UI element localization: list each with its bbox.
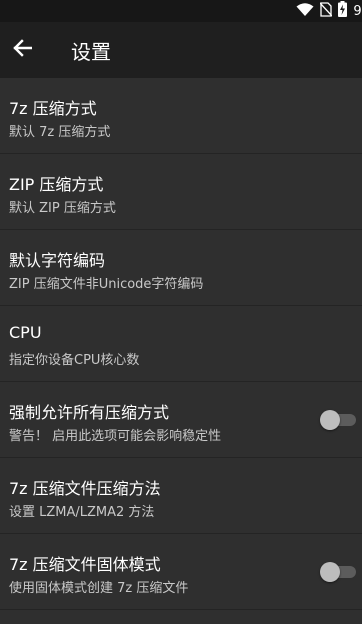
setting-zip-compression-mode[interactable]: ZIP 压缩方式 默认 ZIP 压缩方式 [0, 154, 362, 230]
settings-list: 7z 压缩方式 默认 7z 压缩方式 ZIP 压缩方式 默认 ZIP 压缩方式 … [0, 78, 362, 610]
setting-title: 7z 压缩方式 [9, 99, 97, 118]
setting-subtitle: 指定你设备CPU核心数 [9, 353, 140, 368]
setting-cpu[interactable]: CPU 指定你设备CPU核心数 [0, 306, 362, 382]
setting-title: CPU [9, 323, 42, 342]
setting-title: 7z 压缩文件压缩方法 [9, 479, 161, 498]
arrow-left-icon [12, 39, 33, 61]
force-all-methods-toggle[interactable] [320, 410, 356, 430]
setting-title: 默认字符编码 [9, 251, 106, 270]
setting-title: 强制允许所有压缩方式 [9, 403, 170, 422]
setting-title: 7z 压缩文件固体模式 [9, 555, 161, 574]
setting-subtitle: 默认 7z 压缩方式 [9, 125, 111, 140]
setting-title: ZIP 压缩方式 [9, 175, 104, 194]
setting-7z-compression-method[interactable]: 7z 压缩文件压缩方法 设置 LZMA/LZMA2 方法 [0, 458, 362, 534]
wifi-icon [296, 2, 314, 21]
status-bar: 9: [0, 0, 362, 22]
setting-subtitle: 设置 LZMA/LZMA2 方法 [9, 505, 155, 520]
setting-force-all-methods[interactable]: 强制允许所有压缩方式 警告！ 启用此选项可能会影响稳定性 [0, 382, 362, 458]
setting-subtitle: ZIP 压缩文件非Unicode字符编码 [9, 277, 204, 292]
setting-7z-solid-mode[interactable]: 7z 压缩文件固体模式 使用固体模式创建 7z 压缩文件 [0, 534, 362, 610]
back-button[interactable] [2, 30, 42, 70]
setting-subtitle: 使用固体模式创建 7z 压缩文件 [9, 581, 189, 596]
toggle-thumb [320, 410, 340, 430]
solid-mode-toggle[interactable] [320, 562, 356, 582]
setting-subtitle: 默认 ZIP 压缩方式 [9, 201, 116, 216]
setting-default-charset[interactable]: 默认字符编码 ZIP 压缩文件非Unicode字符编码 [0, 230, 362, 306]
page-title: 设置 [71, 39, 111, 64]
toolbar: 设置 [0, 22, 362, 78]
status-time: 9: [353, 3, 362, 19]
status-icons: 9: [296, 0, 362, 22]
battery-charging-icon [338, 1, 348, 21]
no-sim-icon [319, 1, 333, 21]
setting-7z-compression-mode[interactable]: 7z 压缩方式 默认 7z 压缩方式 [0, 78, 362, 154]
setting-subtitle: 警告！ 启用此选项可能会影响稳定性 [9, 429, 222, 444]
toggle-thumb [320, 562, 340, 582]
